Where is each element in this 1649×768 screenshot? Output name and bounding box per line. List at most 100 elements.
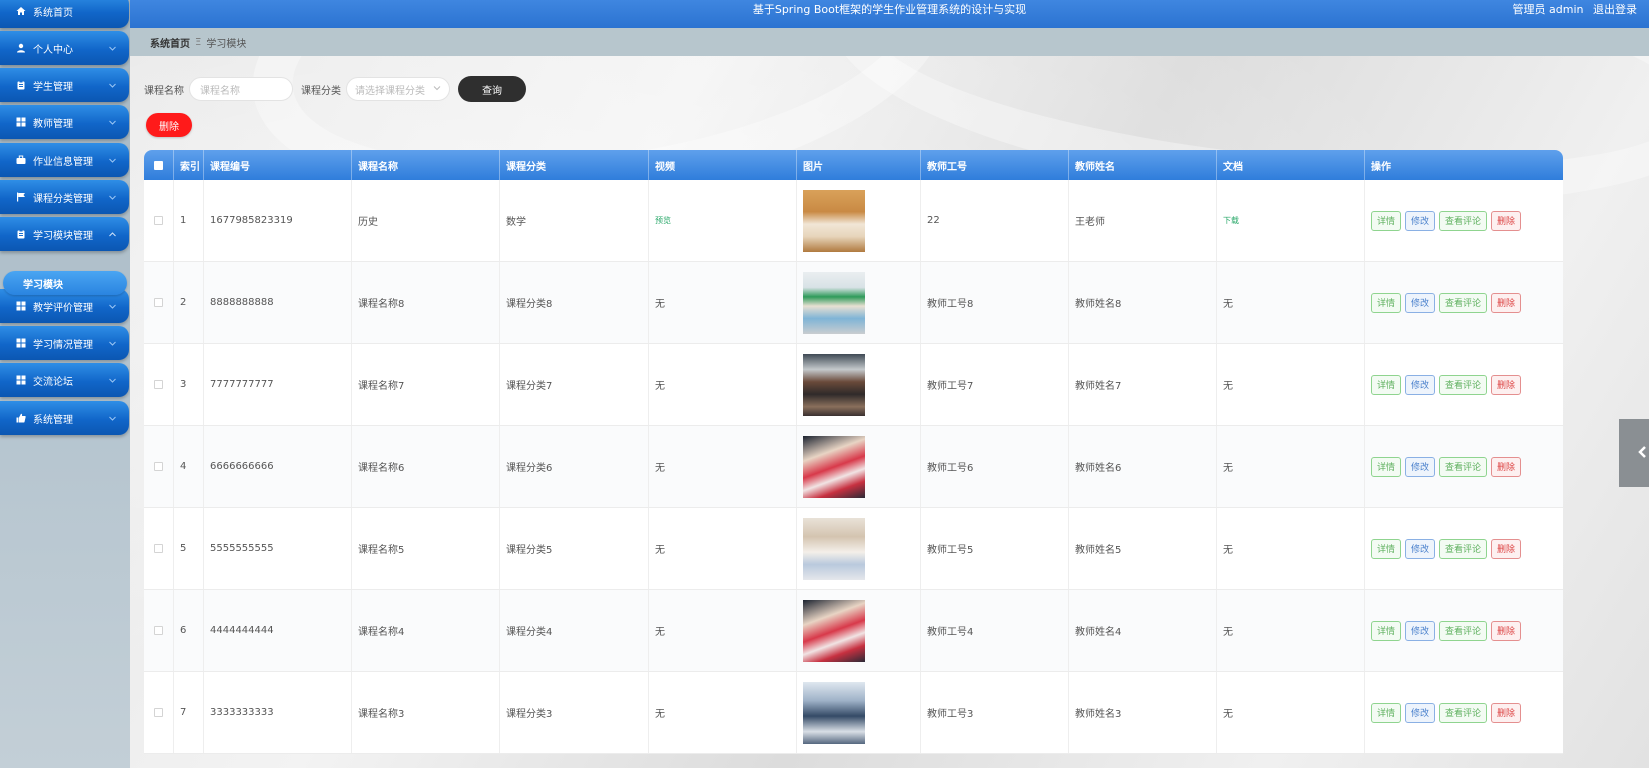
edit-button[interactable]: 修改 [1405, 538, 1436, 559]
detail-button[interactable]: 详情 [1371, 620, 1402, 641]
course-thumbnail[interactable] [803, 517, 865, 580]
thumbs-up-icon [16, 413, 26, 423]
sidebar-item-study-module-management[interactable]: 学习模块管理 [0, 217, 129, 251]
cell-image [797, 590, 921, 671]
category-placeholder: 请选择课程分类 [355, 85, 425, 97]
sidebar-item-system-management[interactable]: 系统管理 [0, 401, 129, 435]
column-header-category: 课程分类 [500, 150, 649, 180]
edit-button[interactable]: 修改 [1405, 210, 1436, 231]
chevron-down-icon [105, 373, 119, 387]
course-name-input[interactable]: 课程名称 [189, 77, 293, 101]
row-checkbox[interactable] [154, 462, 163, 471]
sidebar-item-label: 交流论坛 [33, 376, 73, 388]
document-value: 无 [1223, 381, 1233, 392]
cell-course-category: 课程分类7 [500, 344, 649, 425]
breadcrumb-home[interactable]: 系统首页 [150, 35, 190, 50]
chevron-down-icon [433, 84, 441, 95]
video-preview-link[interactable]: 预览 [655, 215, 671, 226]
table-row: 3 7777777777 课程名称7 课程分类7 无 教师工号7 教师姓名7 无 详情 修改 查看评… [144, 344, 1563, 426]
cell-actions: 详情 修改 查看评论 删除 [1365, 180, 1563, 261]
course-thumbnail[interactable] [803, 353, 865, 416]
edit-button[interactable]: 修改 [1405, 374, 1436, 395]
sidebar-item-teacher-management[interactable]: 教师管理 [0, 105, 129, 139]
view-comments-button[interactable]: 查看评论 [1439, 702, 1488, 723]
view-comments-button[interactable]: 查看评论 [1439, 620, 1488, 641]
row-checkbox[interactable] [154, 380, 163, 389]
delete-button[interactable]: 删除 [1491, 538, 1522, 559]
course-thumbnail[interactable] [803, 189, 865, 252]
row-checkbox-cell [144, 344, 174, 425]
top-header: 基于Spring Boot框架的学生作业管理系统的设计与实现 管理员 admin… [130, 0, 1649, 28]
edit-button[interactable]: 修改 [1405, 456, 1436, 477]
breadcrumb-current: 学习模块 [206, 38, 247, 50]
delete-button[interactable]: 删除 [1491, 210, 1522, 231]
cell-course-category: 课程分类4 [500, 590, 649, 671]
batch-delete-button[interactable]: 删除 [146, 113, 192, 137]
side-panel-toggle[interactable] [1619, 419, 1649, 487]
detail-button[interactable]: 详情 [1371, 374, 1402, 395]
grid-icon [16, 301, 26, 311]
sidebar-item-student-management[interactable]: 学生管理 [0, 68, 129, 102]
select-all-checkbox[interactable] [154, 160, 163, 170]
view-comments-button[interactable]: 查看评论 [1439, 374, 1488, 395]
document-value: 无 [1223, 709, 1233, 720]
cell-document: 无 [1217, 672, 1365, 753]
document-value: 无 [1223, 545, 1233, 556]
cell-video: 无 [649, 426, 797, 507]
cell-course-code: 8888888888 [204, 262, 352, 343]
course-thumbnail[interactable] [803, 599, 865, 662]
sidebar-item-label: 学生管理 [33, 81, 73, 93]
view-comments-button[interactable]: 查看评论 [1439, 456, 1488, 477]
document-download-link[interactable]: 下载 [1223, 215, 1239, 226]
sidebar-item-homework-management[interactable]: 作业信息管理 [0, 143, 129, 177]
sidebar-item-study-status-management[interactable]: 学习情况管理 [0, 326, 129, 360]
row-checkbox[interactable] [154, 626, 163, 635]
delete-button[interactable]: 删除 [1491, 456, 1522, 477]
view-comments-button[interactable]: 查看评论 [1439, 292, 1488, 313]
edit-button[interactable]: 修改 [1405, 620, 1436, 641]
sidebar-item-personal-center[interactable]: 个人中心 [0, 31, 129, 65]
detail-button[interactable]: 详情 [1371, 702, 1402, 723]
sidebar-item-label: 学习模块管理 [33, 230, 93, 242]
cell-teacher-id: 22 [921, 180, 1069, 261]
delete-button[interactable]: 删除 [1491, 292, 1522, 313]
user-icon [16, 43, 26, 53]
cell-video: 预览 [649, 180, 797, 261]
delete-button[interactable]: 删除 [1491, 620, 1522, 641]
row-checkbox[interactable] [154, 216, 163, 225]
detail-button[interactable]: 详情 [1371, 456, 1402, 477]
video-value: 无 [655, 627, 665, 638]
sidebar-subitem-study-module[interactable]: 学习模块 [3, 271, 127, 295]
sidebar-item-course-category-management[interactable]: 课程分类管理 [0, 180, 129, 214]
row-checkbox[interactable] [154, 708, 163, 717]
sidebar-item-forum[interactable]: 交流论坛 [0, 363, 129, 397]
course-thumbnail[interactable] [803, 271, 865, 334]
view-comments-button[interactable]: 查看评论 [1439, 538, 1488, 559]
edit-button[interactable]: 修改 [1405, 292, 1436, 313]
cell-teacher-id: 教师工号3 [921, 672, 1069, 753]
detail-button[interactable]: 详情 [1371, 210, 1402, 231]
column-header-index: 索引 [174, 150, 204, 180]
course-thumbnail[interactable] [803, 681, 865, 744]
logout-link[interactable]: 退出登录 [1593, 3, 1637, 16]
edit-button[interactable]: 修改 [1405, 702, 1436, 723]
row-checkbox[interactable] [154, 544, 163, 553]
sidebar-item-label: 课程分类管理 [33, 193, 93, 205]
row-checkbox-cell [144, 180, 174, 261]
document-value: 无 [1223, 627, 1233, 638]
sidebar-item-home[interactable]: 系统首页 [0, 0, 129, 28]
detail-button[interactable]: 详情 [1371, 538, 1402, 559]
delete-button[interactable]: 删除 [1491, 702, 1522, 723]
detail-button[interactable]: 详情 [1371, 292, 1402, 313]
select-all-checkbox-cell [144, 150, 174, 180]
view-comments-button[interactable]: 查看评论 [1439, 210, 1488, 231]
category-select[interactable]: 请选择课程分类 [346, 77, 450, 101]
delete-button[interactable]: 删除 [1491, 374, 1522, 395]
cell-document: 无 [1217, 262, 1365, 343]
category-label: 课程分类 [301, 85, 341, 97]
row-checkbox[interactable] [154, 298, 163, 307]
course-thumbnail[interactable] [803, 435, 865, 498]
table-body: 1 1677985823319 历史 数学 预览 22 王老师 下载 详情 修改 查看评论 删除 2 88… [144, 180, 1563, 754]
search-button[interactable]: 查询 [458, 76, 526, 102]
cell-course-name: 课程名称4 [352, 590, 500, 671]
